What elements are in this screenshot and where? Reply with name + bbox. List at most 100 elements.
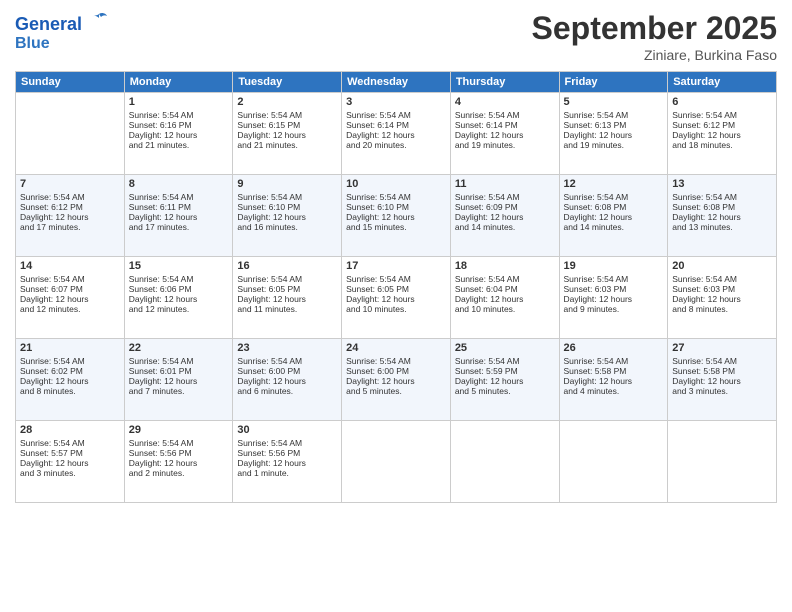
day-info: Daylight: 12 hours: [20, 376, 120, 386]
calendar-cell: 25Sunrise: 5:54 AMSunset: 5:59 PMDayligh…: [450, 339, 559, 421]
weekday-header: Saturday: [668, 72, 777, 93]
day-info: Sunset: 6:12 PM: [20, 202, 120, 212]
day-info: and 20 minutes.: [346, 140, 446, 150]
day-info: Sunset: 6:09 PM: [455, 202, 555, 212]
calendar-cell: 22Sunrise: 5:54 AMSunset: 6:01 PMDayligh…: [124, 339, 233, 421]
day-info: and 3 minutes.: [672, 386, 772, 396]
day-info: Sunset: 6:11 PM: [129, 202, 229, 212]
day-info: Sunset: 6:08 PM: [672, 202, 772, 212]
day-number: 25: [455, 342, 555, 354]
day-number: 10: [346, 178, 446, 190]
day-number: 2: [237, 96, 337, 108]
day-info: Sunset: 6:15 PM: [237, 120, 337, 130]
day-number: 15: [129, 260, 229, 272]
location-subtitle: Ziniare, Burkina Faso: [532, 47, 777, 63]
day-info: Daylight: 12 hours: [672, 294, 772, 304]
day-info: Sunrise: 5:54 AM: [129, 274, 229, 284]
day-info: Sunrise: 5:54 AM: [455, 192, 555, 202]
day-number: 6: [672, 96, 772, 108]
weekday-header: Tuesday: [233, 72, 342, 93]
day-number: 7: [20, 178, 120, 190]
day-info: Sunrise: 5:54 AM: [564, 192, 664, 202]
day-info: Daylight: 12 hours: [346, 130, 446, 140]
day-info: and 19 minutes.: [564, 140, 664, 150]
day-info: and 19 minutes.: [455, 140, 555, 150]
weekday-header: Monday: [124, 72, 233, 93]
day-info: Daylight: 12 hours: [129, 212, 229, 222]
day-number: 29: [129, 424, 229, 436]
day-number: 9: [237, 178, 337, 190]
day-number: 24: [346, 342, 446, 354]
calendar-cell: 29Sunrise: 5:54 AMSunset: 5:56 PMDayligh…: [124, 421, 233, 503]
day-info: Sunrise: 5:54 AM: [564, 356, 664, 366]
day-number: 4: [455, 96, 555, 108]
calendar-cell: [450, 421, 559, 503]
day-info: Daylight: 12 hours: [455, 294, 555, 304]
day-number: 30: [237, 424, 337, 436]
calendar-cell: 5Sunrise: 5:54 AMSunset: 6:13 PMDaylight…: [559, 93, 668, 175]
day-number: 13: [672, 178, 772, 190]
day-info: Sunrise: 5:54 AM: [672, 192, 772, 202]
day-info: Daylight: 12 hours: [455, 376, 555, 386]
day-info: and 4 minutes.: [564, 386, 664, 396]
day-info: Sunrise: 5:54 AM: [672, 356, 772, 366]
day-info: Sunrise: 5:54 AM: [129, 438, 229, 448]
calendar-cell: 19Sunrise: 5:54 AMSunset: 6:03 PMDayligh…: [559, 257, 668, 339]
day-info: Daylight: 12 hours: [20, 294, 120, 304]
calendar-week-row: 14Sunrise: 5:54 AMSunset: 6:07 PMDayligh…: [16, 257, 777, 339]
day-info: and 11 minutes.: [237, 304, 337, 314]
day-info: and 14 minutes.: [455, 222, 555, 232]
day-number: 3: [346, 96, 446, 108]
day-info: Daylight: 12 hours: [129, 376, 229, 386]
day-number: 28: [20, 424, 120, 436]
day-info: Sunrise: 5:54 AM: [346, 274, 446, 284]
day-info: Sunrise: 5:54 AM: [564, 110, 664, 120]
calendar-week-row: 21Sunrise: 5:54 AMSunset: 6:02 PMDayligh…: [16, 339, 777, 421]
day-info: and 7 minutes.: [129, 386, 229, 396]
day-info: Daylight: 12 hours: [237, 212, 337, 222]
day-info: Sunrise: 5:54 AM: [237, 110, 337, 120]
day-info: Daylight: 12 hours: [564, 130, 664, 140]
day-info: Sunset: 6:07 PM: [20, 284, 120, 294]
day-info: and 5 minutes.: [346, 386, 446, 396]
calendar-cell: 1Sunrise: 5:54 AMSunset: 6:16 PMDaylight…: [124, 93, 233, 175]
title-block: September 2025 Ziniare, Burkina Faso: [532, 10, 777, 63]
calendar-cell: [559, 421, 668, 503]
calendar-cell: 24Sunrise: 5:54 AMSunset: 6:00 PMDayligh…: [342, 339, 451, 421]
day-info: and 5 minutes.: [455, 386, 555, 396]
day-info: and 15 minutes.: [346, 222, 446, 232]
calendar-cell: 14Sunrise: 5:54 AMSunset: 6:07 PMDayligh…: [16, 257, 125, 339]
calendar-week-row: 1Sunrise: 5:54 AMSunset: 6:16 PMDaylight…: [16, 93, 777, 175]
day-info: Sunset: 5:57 PM: [20, 448, 120, 458]
day-info: Sunset: 6:06 PM: [129, 284, 229, 294]
day-info: Sunrise: 5:54 AM: [129, 356, 229, 366]
calendar-cell: 8Sunrise: 5:54 AMSunset: 6:11 PMDaylight…: [124, 175, 233, 257]
day-info: and 6 minutes.: [237, 386, 337, 396]
day-info: and 9 minutes.: [564, 304, 664, 314]
day-info: Sunrise: 5:54 AM: [455, 110, 555, 120]
calendar-cell: 4Sunrise: 5:54 AMSunset: 6:14 PMDaylight…: [450, 93, 559, 175]
day-number: 8: [129, 178, 229, 190]
day-info: Daylight: 12 hours: [455, 212, 555, 222]
day-number: 22: [129, 342, 229, 354]
day-info: and 21 minutes.: [237, 140, 337, 150]
day-number: 16: [237, 260, 337, 272]
day-info: Sunset: 6:05 PM: [346, 284, 446, 294]
day-number: 18: [455, 260, 555, 272]
day-info: Sunrise: 5:54 AM: [237, 438, 337, 448]
weekday-header: Wednesday: [342, 72, 451, 93]
day-info: Daylight: 12 hours: [237, 294, 337, 304]
calendar-cell: 21Sunrise: 5:54 AMSunset: 6:02 PMDayligh…: [16, 339, 125, 421]
calendar-table: SundayMondayTuesdayWednesdayThursdayFrid…: [15, 71, 777, 503]
day-number: 20: [672, 260, 772, 272]
day-info: Sunset: 5:56 PM: [129, 448, 229, 458]
header-row: SundayMondayTuesdayWednesdayThursdayFrid…: [16, 72, 777, 93]
day-info: Sunrise: 5:54 AM: [237, 356, 337, 366]
day-info: Sunset: 5:58 PM: [672, 366, 772, 376]
day-number: 5: [564, 96, 664, 108]
day-info: and 18 minutes.: [672, 140, 772, 150]
calendar-cell: 15Sunrise: 5:54 AMSunset: 6:06 PMDayligh…: [124, 257, 233, 339]
day-info: Daylight: 12 hours: [564, 212, 664, 222]
day-number: 14: [20, 260, 120, 272]
logo-text: General: [15, 10, 109, 35]
